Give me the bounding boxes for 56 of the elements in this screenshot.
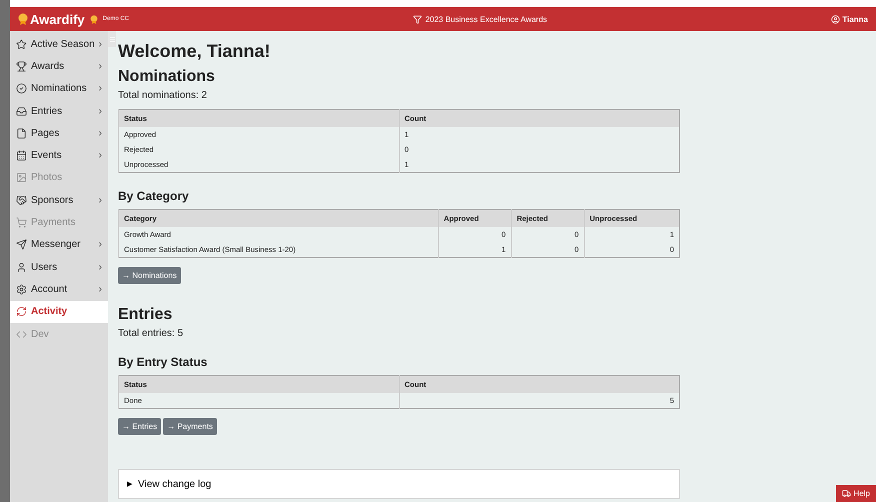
menu-icon [108, 36, 116, 42]
chevron: › [98, 106, 102, 117]
sidebar-item[interactable]: Sponsors › [10, 189, 108, 212]
link-button[interactable]: → Nominations [118, 267, 181, 284]
sidebar-item[interactable]: Pages › [10, 122, 108, 144]
link-button[interactable]: → Entries [118, 418, 162, 435]
sidebar-item[interactable]: Entries › [10, 100, 108, 122]
cart-icon [16, 217, 27, 228]
truck-icon [842, 489, 851, 498]
total-text: Total nominations: 2 [118, 90, 208, 101]
chevron: › [98, 150, 102, 162]
total-text: Total entries: 5 [118, 328, 184, 339]
image-icon [16, 172, 27, 184]
star-icon [16, 38, 27, 50]
chevron: › [98, 194, 102, 206]
section-heading: Entries [118, 306, 174, 324]
sidebar-item[interactable]: Nominations › [10, 78, 108, 100]
subsection-heading: By Entry Status [118, 355, 208, 369]
section-heading: Nominations [118, 68, 216, 86]
medal-icon [18, 13, 28, 25]
sidebar-item[interactable]: Account › [10, 278, 108, 301]
subsection-heading: By Category [118, 189, 190, 203]
sidebar-item[interactable]: Awards › [10, 55, 108, 78]
handshake-icon [16, 194, 27, 206]
filter-icon [413, 14, 422, 24]
sidebar-item[interactable]: Activity [10, 300, 108, 323]
user-icon [831, 14, 840, 24]
check-circle-icon [16, 83, 27, 94]
inbox-icon [16, 106, 27, 117]
sidebar-item[interactable]: Users › [10, 256, 108, 278]
chevron: › [98, 60, 102, 72]
send-icon [16, 239, 27, 250]
sidebar-item[interactable]: Active Season › [10, 33, 108, 56]
chevron: › [98, 128, 102, 139]
chevron: › [98, 284, 102, 295]
welcome-heading: Welcome, Tianna! [118, 41, 272, 62]
chevron: › [98, 239, 102, 250]
sidebar-toggle[interactable] [108, 31, 116, 47]
link-button[interactable]: → Payments [163, 418, 217, 435]
sidebar-item[interactable]: Events › [10, 144, 108, 167]
calendar-icon [16, 150, 27, 162]
chevron: › [98, 262, 102, 273]
season-selector[interactable]: 2023 Business Excellence Awards [425, 14, 548, 24]
refresh-icon [16, 306, 27, 318]
trophy-icon [16, 60, 27, 72]
chevron: › [98, 38, 102, 50]
sidebar-item[interactable]: Messenger › [10, 234, 108, 256]
settings-icon [16, 284, 27, 295]
code-icon [16, 328, 27, 340]
brand-logo[interactable]: Awardify [30, 12, 85, 26]
chevron: › [98, 83, 102, 94]
medal-icon [90, 14, 98, 24]
help-button[interactable]: Help [836, 485, 876, 502]
user-icon [16, 262, 27, 273]
user-menu[interactable]: Tianna [842, 14, 868, 24]
page-icon [16, 128, 27, 139]
